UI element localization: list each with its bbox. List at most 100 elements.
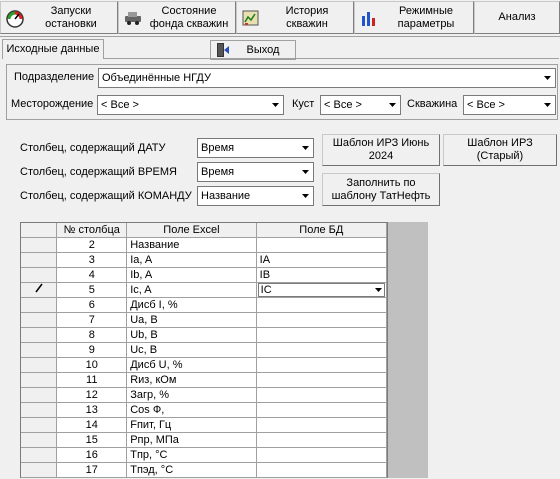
cell-db-field[interactable]: IB bbox=[256, 267, 387, 283]
cell-column-number[interactable]: 13 bbox=[56, 402, 128, 418]
cell-column-number[interactable]: 15 bbox=[56, 432, 128, 448]
cell-column-number[interactable]: 7 bbox=[56, 312, 128, 328]
cell-db-field[interactable]: IC bbox=[256, 282, 387, 298]
chevron-down-icon[interactable] bbox=[540, 97, 555, 113]
chevron-down-icon[interactable] bbox=[298, 188, 313, 204]
cell-column-number[interactable]: 14 bbox=[56, 417, 128, 433]
cell-excel-field[interactable]: Дисб I, % bbox=[126, 297, 257, 313]
table-row[interactable]: 7 Ua, B bbox=[21, 312, 387, 328]
cell-excel-field[interactable]: Rиз, кОм bbox=[126, 372, 257, 388]
row-indicator[interactable] bbox=[21, 267, 58, 283]
cell-db-field[interactable] bbox=[256, 297, 387, 313]
column-header-db-field[interactable]: Поле БД bbox=[256, 223, 387, 238]
cell-excel-field[interactable]: Pпр, МПа bbox=[126, 432, 257, 448]
cell-db-field[interactable] bbox=[256, 237, 387, 253]
table-row[interactable]: 9 Uc, B bbox=[21, 342, 387, 358]
cell-column-number[interactable]: 2 bbox=[56, 237, 128, 253]
cell-excel-field[interactable]: Дисб U, % bbox=[126, 357, 257, 373]
table-row[interactable]: 4 Ib, A IB bbox=[21, 267, 387, 283]
table-row[interactable]: 2 Название bbox=[21, 237, 387, 253]
analysis-button[interactable]: Анализ bbox=[474, 1, 560, 34]
row-indicator[interactable] bbox=[21, 237, 58, 253]
cell-db-field[interactable] bbox=[256, 372, 387, 388]
cell-column-number[interactable]: 17 bbox=[56, 462, 128, 478]
cell-excel-field[interactable]: Название bbox=[126, 237, 257, 253]
chevron-down-icon[interactable] bbox=[385, 97, 400, 113]
cell-column-number[interactable]: 4 bbox=[56, 267, 128, 283]
table-row[interactable]: 17 Tпэд, °C bbox=[21, 462, 387, 478]
cell-column-number[interactable]: 8 bbox=[56, 327, 128, 343]
table-row[interactable]: 3 Ia, A IA bbox=[21, 252, 387, 268]
well-stock-state-button[interactable]: Состояние фонда скважин bbox=[118, 1, 236, 34]
row-indicator[interactable] bbox=[21, 252, 58, 268]
row-indicator[interactable] bbox=[21, 312, 58, 328]
cell-column-number[interactable]: 11 bbox=[56, 372, 128, 388]
cluster-select[interactable]: < Все > bbox=[320, 95, 401, 115]
template-june-2024-button[interactable]: Шаблон ИРЗ Июнь 2024 bbox=[322, 134, 440, 166]
fill-tatneft-button[interactable]: Заполнить по шаблону ТатНефть bbox=[322, 173, 440, 206]
cell-db-field[interactable] bbox=[256, 357, 387, 373]
row-indicator[interactable] bbox=[21, 342, 58, 358]
division-select[interactable]: Объединённые НГДУ bbox=[98, 68, 556, 88]
cell-column-number[interactable]: 9 bbox=[56, 342, 128, 358]
template-old-button[interactable]: Шаблон ИРЗ (Старый) bbox=[443, 134, 557, 166]
table-row[interactable]: 8 Ub, B bbox=[21, 327, 387, 343]
cell-db-field[interactable] bbox=[256, 387, 387, 403]
table-row[interactable]: 16 Tпр, °C bbox=[21, 447, 387, 463]
command-column-select[interactable]: Название bbox=[197, 186, 314, 206]
cell-excel-field[interactable]: Ua, B bbox=[126, 312, 257, 328]
chevron-down-icon[interactable] bbox=[298, 164, 313, 180]
chevron-down-icon[interactable] bbox=[540, 70, 555, 86]
row-indicator[interactable] bbox=[21, 372, 58, 388]
cell-db-field[interactable] bbox=[256, 312, 387, 328]
cell-db-field[interactable]: IA bbox=[256, 252, 387, 268]
cell-db-field[interactable] bbox=[256, 417, 387, 433]
table-row[interactable]: 14 Fпит, Гц bbox=[21, 417, 387, 433]
well-history-button[interactable]: История скважин bbox=[236, 1, 354, 34]
row-indicator[interactable] bbox=[21, 402, 58, 418]
chevron-down-icon[interactable] bbox=[268, 97, 283, 113]
table-row[interactable]: 12 Загр, % bbox=[21, 387, 387, 403]
cell-db-field[interactable] bbox=[256, 462, 387, 478]
table-row[interactable]: 13 Cos Ф, bbox=[21, 402, 387, 418]
cell-excel-field[interactable]: Ic, A bbox=[126, 282, 257, 298]
row-indicator[interactable] bbox=[21, 387, 58, 403]
date-column-select[interactable]: Время bbox=[197, 138, 314, 158]
row-indicator[interactable] bbox=[21, 357, 58, 373]
cell-column-number[interactable]: 16 bbox=[56, 447, 128, 463]
cell-excel-field[interactable]: Загр, % bbox=[126, 387, 257, 403]
chevron-down-icon[interactable] bbox=[372, 288, 384, 292]
cell-excel-field[interactable]: Cos Ф, bbox=[126, 402, 257, 418]
db-field-editor[interactable]: IC bbox=[257, 283, 385, 297]
row-indicator[interactable] bbox=[21, 462, 58, 478]
cell-excel-field[interactable]: Tпэд, °C bbox=[126, 462, 257, 478]
cell-db-field[interactable] bbox=[256, 342, 387, 358]
cell-column-number[interactable]: 12 bbox=[56, 387, 128, 403]
tab-source-data[interactable]: Исходные данные bbox=[2, 39, 104, 59]
row-indicator[interactable] bbox=[21, 447, 58, 463]
cell-db-field[interactable] bbox=[256, 327, 387, 343]
cell-excel-field[interactable]: Ia, A bbox=[126, 252, 257, 268]
row-indicator[interactable] bbox=[21, 432, 58, 448]
row-indicator[interactable] bbox=[21, 327, 58, 343]
chevron-down-icon[interactable] bbox=[298, 140, 313, 156]
table-row[interactable]: 10 Дисб U, % bbox=[21, 357, 387, 373]
row-indicator[interactable] bbox=[21, 297, 58, 313]
cell-excel-field[interactable]: Tпр, °C bbox=[126, 447, 257, 463]
exit-button[interactable]: Выход bbox=[210, 40, 296, 60]
mode-parameters-button[interactable]: Режимные параметры bbox=[354, 1, 474, 34]
well-select[interactable]: < Все > bbox=[463, 95, 556, 115]
cell-column-number[interactable]: 3 bbox=[56, 252, 128, 268]
cell-column-number[interactable]: 5 bbox=[56, 282, 128, 298]
row-indicator[interactable] bbox=[21, 282, 58, 298]
cell-excel-field[interactable]: Ib, A bbox=[126, 267, 257, 283]
column-header-excel-field[interactable]: Поле Excel bbox=[126, 223, 257, 238]
cell-excel-field[interactable]: Uc, B bbox=[126, 342, 257, 358]
cell-db-field[interactable] bbox=[256, 432, 387, 448]
cell-db-field[interactable] bbox=[256, 402, 387, 418]
mapping-grid[interactable]: № столбца Поле Excel Поле БД 2 Название 3 I… bbox=[20, 222, 388, 478]
cell-db-field[interactable] bbox=[256, 447, 387, 463]
field-select[interactable]: < Все > bbox=[97, 95, 284, 115]
table-row[interactable]: 15 Pпр, МПа bbox=[21, 432, 387, 448]
cell-column-number[interactable]: 10 bbox=[56, 357, 128, 373]
